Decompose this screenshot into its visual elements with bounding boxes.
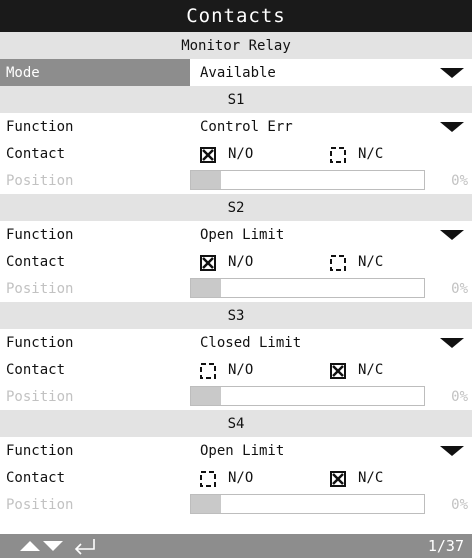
function-value: Closed Limit [200, 334, 302, 351]
no-option[interactable]: N/O [200, 253, 254, 271]
position-percent: 0% [451, 388, 468, 405]
function-value: Control Err [200, 118, 293, 135]
relay-list: S1 Function Control Err Contact N/O N/C [0, 86, 472, 518]
mode-select[interactable]: Available [190, 59, 472, 86]
chevron-down-icon[interactable] [440, 337, 464, 348]
contact-label: Contact [6, 145, 66, 162]
page-indicator: 1/37 [427, 537, 464, 555]
no-checkbox[interactable] [200, 470, 216, 487]
contact-row: Contact N/O N/C [0, 248, 472, 275]
function-value: Open Limit [200, 226, 285, 243]
nc-checkbox[interactable] [330, 470, 346, 487]
position-bar [190, 278, 425, 298]
contact-row: Contact N/O N/C [0, 140, 472, 167]
relay-header: S2 [0, 194, 472, 221]
position-bar [190, 386, 425, 406]
position-row: Position 0% [0, 491, 472, 518]
no-label: N/O [228, 145, 254, 162]
no-option[interactable]: N/O [200, 361, 254, 379]
function-row[interactable]: Function Open Limit [0, 221, 472, 248]
mode-label: Mode [0, 59, 190, 86]
nc-label: N/C [358, 253, 384, 270]
relay-header: S3 [0, 302, 472, 329]
nc-label: N/C [358, 469, 384, 486]
nc-option[interactable]: N/C [330, 253, 384, 271]
function-label: Function [6, 118, 74, 135]
position-percent: 0% [451, 280, 468, 297]
mode-row[interactable]: Mode Available [0, 59, 472, 86]
chevron-down-icon[interactable] [440, 445, 464, 456]
function-row[interactable]: Function Control Err [0, 113, 472, 140]
position-bar [190, 170, 425, 190]
chevron-down-icon[interactable] [440, 121, 464, 132]
no-label: N/O [228, 469, 254, 486]
contact-row: Contact N/O N/C [0, 356, 472, 383]
no-label: N/O [228, 361, 254, 378]
down-arrow-icon[interactable] [43, 540, 63, 552]
page-title: Contacts [0, 0, 472, 32]
position-bar-fill [191, 171, 221, 189]
position-row: Position 0% [0, 167, 472, 194]
position-percent: 0% [451, 172, 468, 189]
no-label: N/O [228, 253, 254, 270]
monitor-relay-header: Monitor Relay [0, 32, 472, 59]
position-row: Position 0% [0, 383, 472, 410]
enter-icon[interactable] [72, 537, 98, 555]
contact-row: Contact N/O N/C [0, 464, 472, 491]
position-label: Position [6, 172, 74, 189]
no-checkbox[interactable] [200, 146, 216, 163]
no-checkbox[interactable] [200, 254, 216, 271]
function-select[interactable]: Open Limit [190, 437, 472, 464]
relay-header: S1 [0, 86, 472, 113]
footer-bar: 1/37 [0, 534, 472, 558]
function-label: Function [6, 442, 74, 459]
relay-header: S4 [0, 410, 472, 437]
no-option[interactable]: N/O [200, 469, 254, 487]
nc-label: N/C [358, 145, 384, 162]
up-arrow-icon[interactable] [20, 540, 40, 552]
function-row[interactable]: Function Open Limit [0, 437, 472, 464]
position-label: Position [6, 280, 74, 297]
nc-checkbox[interactable] [330, 254, 346, 271]
function-label: Function [6, 334, 74, 351]
function-value: Open Limit [200, 442, 285, 459]
no-checkbox[interactable] [200, 362, 216, 379]
chevron-down-icon[interactable] [440, 67, 464, 78]
nc-option[interactable]: N/C [330, 145, 384, 163]
contact-label: Contact [6, 361, 66, 378]
position-bar-fill [191, 495, 221, 513]
contacts-screen: Contacts Monitor Relay Mode Available S1… [0, 0, 472, 558]
contact-label: Contact [6, 469, 66, 486]
nc-label: N/C [358, 361, 384, 378]
function-select[interactable]: Control Err [190, 113, 472, 140]
nc-option[interactable]: N/C [330, 361, 384, 379]
position-percent: 0% [451, 496, 468, 513]
no-option[interactable]: N/O [200, 145, 254, 163]
nc-option[interactable]: N/C [330, 469, 384, 487]
nav-keys [0, 537, 98, 555]
function-row[interactable]: Function Closed Limit [0, 329, 472, 356]
function-select[interactable]: Closed Limit [190, 329, 472, 356]
position-bar-fill [191, 279, 221, 297]
position-bar [190, 494, 425, 514]
position-bar-fill [191, 387, 221, 405]
contact-label: Contact [6, 253, 66, 270]
position-label: Position [6, 496, 74, 513]
nc-checkbox[interactable] [330, 362, 346, 379]
function-label: Function [6, 226, 74, 243]
position-row: Position 0% [0, 275, 472, 302]
position-label: Position [6, 388, 74, 405]
chevron-down-icon[interactable] [440, 229, 464, 240]
function-select[interactable]: Open Limit [190, 221, 472, 248]
nc-checkbox[interactable] [330, 146, 346, 163]
mode-value: Available [200, 64, 276, 81]
